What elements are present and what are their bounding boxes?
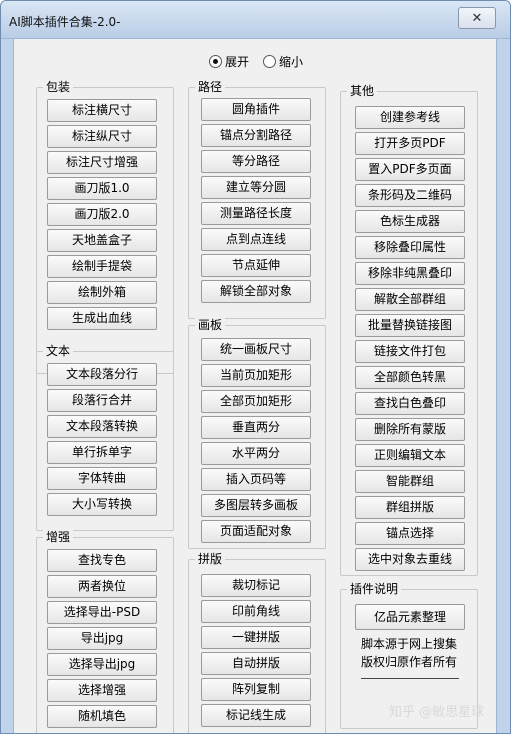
enhance-button[interactable]: 随机填色 xyxy=(47,705,157,728)
artboard-group-label: 画板 xyxy=(195,318,226,332)
enhance-button[interactable]: 两者换位 xyxy=(47,575,157,598)
packaging-group: 包装 标注横尺寸标注纵尺寸标注尺寸增强 画刀版1.0 画刀版2.0 天地盖盒子绘制手提… xyxy=(36,80,174,374)
plugin-info-button[interactable]: 亿品元素整理 xyxy=(355,604,465,630)
expand-radio[interactable]: 展开 xyxy=(208,53,249,70)
other-button[interactable]: 移除非纯黑叠印 xyxy=(355,262,465,285)
window-title: AI脚本插件合集-2.0- xyxy=(9,15,121,29)
text-group-label: 文本 xyxy=(43,344,74,358)
artboard-button[interactable]: 全部页加矩形 xyxy=(201,390,311,413)
radio-selected-icon xyxy=(208,55,222,68)
other-button[interactable]: 批量替换链接图 xyxy=(355,314,465,337)
enhance-button[interactable]: 查找专色 xyxy=(47,549,157,572)
path-button[interactable]: 锚点分割路径 xyxy=(201,124,311,147)
path-button[interactable]: 节点延伸 xyxy=(201,254,311,277)
close-button[interactable]: ✕ xyxy=(458,7,496,29)
other-button[interactable]: 色标生成器 xyxy=(355,210,465,233)
client-area: 展开 缩小 包装 标注横尺寸标注纵尺寸标注尺寸增强 画刀版1.0 画刀版2.0 天地盖… xyxy=(13,39,498,733)
text-group: 文本 文本段落分行 段落行合并文本段落转换 单行拆单字字体转曲大小写转换 xyxy=(36,344,174,531)
other-button[interactable]: 群组拼版 xyxy=(355,496,465,519)
note-divider xyxy=(361,678,459,679)
other-group-label: 其他 xyxy=(347,84,378,98)
enhance-button[interactable]: 选择导出-PSD xyxy=(47,601,157,624)
other-button[interactable]: 条形码及二维码 xyxy=(355,184,465,207)
imposition-group-label: 拼版 xyxy=(195,552,226,566)
collapse-label: 缩小 xyxy=(279,55,304,69)
packaging-button[interactable]: 绘制外箱 xyxy=(47,281,157,304)
close-icon: ✕ xyxy=(471,10,483,26)
artboard-button[interactable]: 统一画板尺寸 xyxy=(201,338,311,361)
title-bar[interactable]: AI脚本插件合集-2.0- ✕ xyxy=(1,1,510,39)
packaging-button[interactable]: 标注尺寸增强 xyxy=(47,151,157,174)
imposition-button[interactable]: 自动拼版 xyxy=(201,652,311,675)
enhance-button[interactable]: 导出jpg xyxy=(47,627,157,650)
watermark: 知乎 @敏思星球 xyxy=(389,705,485,720)
packaging-button[interactable]: 绘制手提袋 xyxy=(47,255,157,278)
path-button[interactable]: 等分路径 xyxy=(201,150,311,173)
path-button[interactable]: 建立等分圆 xyxy=(201,176,311,199)
other-button[interactable]: 打开多页PDF xyxy=(355,132,465,155)
other-button[interactable]: 选中对象去重线 xyxy=(355,548,465,571)
path-group-label: 路径 xyxy=(195,80,226,94)
imposition-group: 拼版 裁切标记印前角线一键拼版自动拼版阵列复制标记线生成 xyxy=(188,552,326,733)
packaging-group-label: 包装 xyxy=(43,80,74,94)
artboard-button[interactable]: 多图层转多画板 xyxy=(201,494,311,517)
other-button[interactable]: 查找白色叠印 xyxy=(355,392,465,415)
other-button[interactable]: 全部颜色转黑 xyxy=(355,366,465,389)
packaging-button[interactable]: 画刀版1.0 xyxy=(47,177,157,200)
text-button[interactable]: 段落行合并 xyxy=(47,389,157,412)
expand-label: 展开 xyxy=(224,55,249,69)
other-button[interactable]: 正则编辑文本 xyxy=(355,444,465,467)
path-button[interactable]: 测量路径长度 xyxy=(201,202,311,225)
view-mode-radios: 展开 缩小 xyxy=(14,53,498,70)
text-button[interactable]: 字体转曲 xyxy=(47,467,157,490)
plugin-info-group-label: 插件说明 xyxy=(347,582,402,596)
path-button[interactable]: 解锁全部对象 xyxy=(201,280,311,303)
other-group: 其他 创建参考线打开多页PDF 置入PDF多页面 条形码及二维码 色标生成器移除叠印属… xyxy=(340,84,478,576)
enhance-button[interactable]: 选择增强 xyxy=(47,679,157,702)
packaging-button[interactable]: 生成出血线 xyxy=(47,307,157,330)
text-button[interactable]: 大小写转换 xyxy=(47,493,157,516)
imposition-button[interactable]: 印前角线 xyxy=(201,600,311,623)
imposition-button[interactable]: 标记线生成 xyxy=(201,704,311,727)
text-button[interactable]: 单行拆单字 xyxy=(47,441,157,464)
enhance-group: 增强 查找专色两者换位选择导出-PSD 导出jpg 选择导出jpg 选择增强随机填色 xyxy=(36,530,174,733)
plugin-note-line2: 版权归原作者所有 xyxy=(361,655,458,669)
imposition-button[interactable]: 裁切标记 xyxy=(201,574,311,597)
other-button[interactable]: 链接文件打包 xyxy=(355,340,465,363)
collapse-radio[interactable]: 缩小 xyxy=(263,53,303,70)
imposition-button[interactable]: 阵列复制 xyxy=(201,678,311,701)
artboard-group: 画板 统一画板尺寸 当前页加矩形 全部页加矩形 垂直两分水平两分插入页码等多图层转多画… xyxy=(188,318,326,549)
other-button[interactable]: 锚点选择 xyxy=(355,522,465,545)
other-button[interactable]: 置入PDF多页面 xyxy=(355,158,465,181)
other-button[interactable]: 智能群组 xyxy=(355,470,465,493)
other-button[interactable]: 解散全部群组 xyxy=(355,288,465,311)
artboard-button[interactable]: 插入页码等 xyxy=(201,468,311,491)
radio-unselected-icon xyxy=(263,55,276,68)
path-button[interactable]: 点到点连线 xyxy=(201,228,311,251)
other-button[interactable]: 删除所有蒙版 xyxy=(355,418,465,441)
imposition-button[interactable]: 一键拼版 xyxy=(201,626,311,649)
artboard-button[interactable]: 页面适配对象 xyxy=(201,520,311,543)
script-window: AI脚本插件合集-2.0- ✕ 展开 缩小 包装 标注横尺寸标注纵尺寸标注尺寸增… xyxy=(0,0,511,734)
packaging-button[interactable]: 标注横尺寸 xyxy=(47,99,157,122)
packaging-button[interactable]: 画刀版2.0 xyxy=(47,203,157,226)
text-button[interactable]: 文本段落分行 xyxy=(47,363,157,386)
other-button[interactable]: 创建参考线 xyxy=(355,106,465,129)
other-button[interactable]: 移除叠印属性 xyxy=(355,236,465,259)
enhance-group-label: 增强 xyxy=(43,530,74,544)
artboard-button[interactable]: 当前页加矩形 xyxy=(201,364,311,387)
path-button[interactable]: 圆角插件 xyxy=(201,98,311,121)
plugin-note-line1: 脚本源于网上搜集 xyxy=(361,637,458,651)
artboard-button[interactable]: 垂直两分 xyxy=(201,416,311,439)
packaging-button[interactable]: 天地盖盒子 xyxy=(47,229,157,252)
path-group: 路径 圆角插件锚点分割路径 等分路径建立等分圆测量路径长度 点到点连线节点延伸解锁全… xyxy=(188,80,326,319)
packaging-button[interactable]: 标注纵尺寸 xyxy=(47,125,157,148)
text-button[interactable]: 文本段落转换 xyxy=(47,415,157,438)
enhance-button[interactable]: 选择导出jpg xyxy=(47,653,157,676)
artboard-button[interactable]: 水平两分 xyxy=(201,442,311,465)
